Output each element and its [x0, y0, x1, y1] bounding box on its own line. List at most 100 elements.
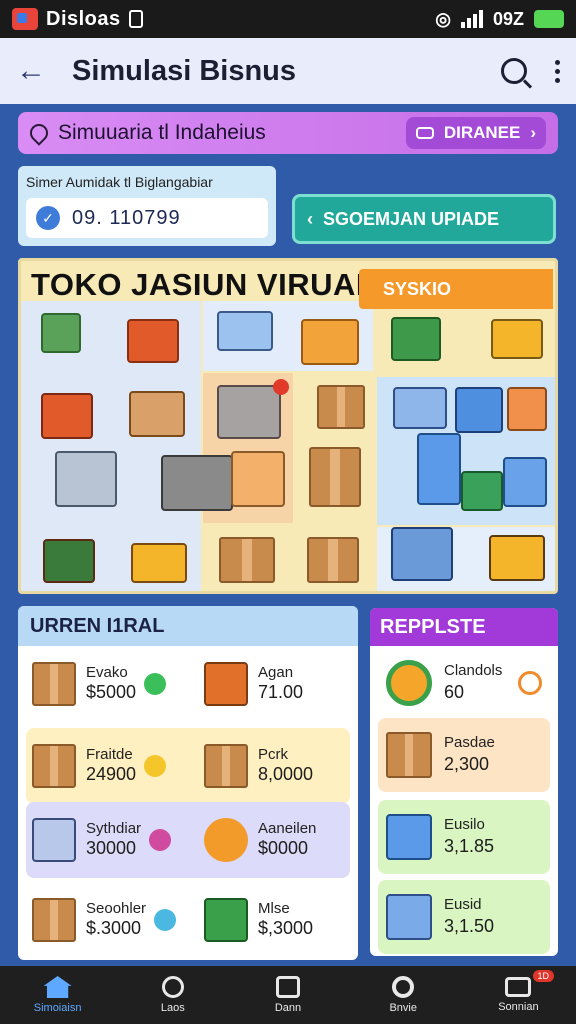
inventory-item[interactable]: Mlse $,3000	[204, 890, 358, 950]
nav-label: Sonnian	[498, 1001, 539, 1013]
coin-badge-icon	[144, 755, 167, 777]
item-name: Aaneilen	[258, 820, 317, 838]
stats-box: Simer Aumidak tl Biglangabiar ✓ 09. 1107…	[18, 166, 276, 246]
bag-icon	[276, 976, 300, 998]
delivery-truck-item[interactable]	[489, 535, 545, 581]
monitor-item[interactable]	[393, 387, 447, 429]
counter-item[interactable]	[131, 543, 187, 583]
item-name: Evako	[86, 664, 128, 682]
clock-icon	[518, 671, 542, 695]
report-row[interactable]: Clandols 60	[378, 646, 550, 720]
goods-table-item[interactable]	[129, 391, 185, 437]
crate-stack-item[interactable]	[317, 385, 365, 429]
wifi-icon: ◎	[435, 8, 451, 29]
stats-label: Simer Aumidak tl Biglangabiar	[26, 174, 213, 190]
report-row[interactable]: Eusid 3,1.50	[378, 880, 550, 954]
upgrade-label: SGOEMJAN UPIADE	[323, 208, 500, 229]
crane-item[interactable]	[507, 387, 547, 431]
report-name: Clandols	[444, 662, 503, 680]
report-value: 3,1.85	[444, 836, 495, 857]
battery-icon	[534, 10, 564, 28]
leaf-badge-icon	[154, 909, 177, 931]
bag-icon	[32, 744, 76, 788]
server-item[interactable]	[455, 387, 503, 433]
tower-item[interactable]	[417, 433, 461, 505]
status-app-label: Disloas	[46, 7, 121, 30]
back-button[interactable]: ←	[16, 54, 56, 88]
nav-label: Bnvie	[389, 1002, 417, 1014]
report-row[interactable]: Eusilo 3,1.85	[378, 800, 550, 874]
store-badge: SYSKIO	[359, 269, 553, 309]
warehouse-item[interactable]	[391, 527, 453, 581]
gem-badge-icon	[149, 829, 172, 851]
inventory-item[interactable]: Seoohler $.3000	[32, 890, 192, 950]
store-panel: TOKO JASIUN VIRUAL SYSKIO	[18, 258, 558, 594]
remove-badge[interactable]	[273, 379, 289, 395]
banner-button[interactable]: DIRANEE ›	[405, 117, 546, 149]
register-item[interactable]	[41, 313, 81, 353]
office-item[interactable]	[503, 457, 547, 507]
item-price: 30000	[86, 838, 137, 859]
box-icon	[204, 744, 248, 788]
item-price: $0000	[258, 838, 309, 859]
kiosk-item[interactable]	[217, 385, 281, 439]
shelf-item[interactable]	[127, 319, 179, 363]
shopping-cart-item[interactable]	[55, 451, 117, 507]
notification-badge: 1D	[532, 970, 555, 982]
upgrade-button[interactable]: ‹ SGOEMJAN UPIADE	[292, 194, 556, 244]
shop-icon	[386, 894, 432, 940]
banner-text: Simuuaria tl Indaheius	[58, 121, 266, 144]
market-stall-item[interactable]	[231, 451, 285, 507]
green-store-item[interactable]	[461, 471, 503, 511]
app-header: ← Simulasi Bisnus	[0, 38, 576, 104]
stats-value: 09. 110799	[72, 206, 181, 229]
kebab-menu-icon[interactable]	[555, 59, 560, 83]
nav-label: Simoiaisn	[33, 1002, 82, 1014]
notification-icon	[128, 10, 143, 28]
tag-icon	[161, 976, 184, 998]
inventory-item[interactable]: Aaneilen $0000	[204, 810, 358, 870]
status-bar: Disloas ◎ 09Z	[0, 0, 576, 38]
tv-item[interactable]	[43, 539, 95, 583]
status-time: 09Z	[492, 8, 524, 29]
nav-item-bag[interactable]: Dann	[230, 966, 345, 1024]
nav-item-tags[interactable]: Laos	[115, 966, 230, 1024]
bag-icon	[32, 662, 76, 706]
laptop-item[interactable]	[217, 311, 273, 351]
promo-banner[interactable]: Simuuaria tl Indaheius DIRANEE ›	[18, 112, 558, 154]
crate-icon	[204, 662, 248, 706]
search-icon[interactable]	[501, 58, 527, 84]
report-row[interactable]: Pasdae 2,300	[378, 718, 550, 792]
nav-label: Laos	[160, 1002, 185, 1014]
nav-item-home[interactable]: Simoiaisn	[0, 966, 115, 1024]
reports-title: REPPLSTE	[370, 608, 558, 646]
heart-icon	[26, 120, 52, 146]
display-item[interactable]	[41, 393, 93, 439]
store-building-item[interactable]	[301, 319, 359, 365]
report-name: Eusid	[444, 896, 482, 914]
inventory-item[interactable]: Pcrk 8,0000	[204, 736, 358, 796]
nav-item-search[interactable]: Bnvie	[346, 966, 461, 1024]
cargo-cart-item[interactable]	[309, 447, 361, 507]
parcel-item[interactable]	[307, 537, 359, 583]
inventory-item[interactable]: Fraitde 24900	[32, 736, 192, 796]
home-icon	[43, 976, 72, 998]
booth-item[interactable]	[161, 455, 233, 511]
stats-field[interactable]: ✓ 09. 110799	[26, 198, 268, 238]
cart-item[interactable]	[391, 317, 441, 361]
inventory-row: Sythdiar 30000 Aaneilen $0000	[26, 802, 350, 878]
target-icon	[386, 660, 432, 706]
inventory-item[interactable]: Agan 71.00	[204, 654, 358, 714]
app-icon	[12, 8, 38, 30]
store-title: TOKO JASIUN VIRUAL	[31, 267, 376, 302]
truck-item[interactable]	[491, 319, 543, 359]
item-price: 24900	[86, 764, 137, 785]
report-value: 2,300	[444, 754, 490, 775]
report-value: 60	[444, 682, 465, 703]
cash-icon	[204, 898, 248, 942]
inventory-item[interactable]: Sythdiar 30000	[32, 810, 192, 870]
box-pair-item[interactable]	[219, 537, 275, 583]
item-name: Mlse	[258, 900, 290, 918]
nav-item-chat[interactable]: Sonnian 1D	[461, 966, 576, 1024]
inventory-item[interactable]: Evako $5000	[32, 654, 192, 714]
